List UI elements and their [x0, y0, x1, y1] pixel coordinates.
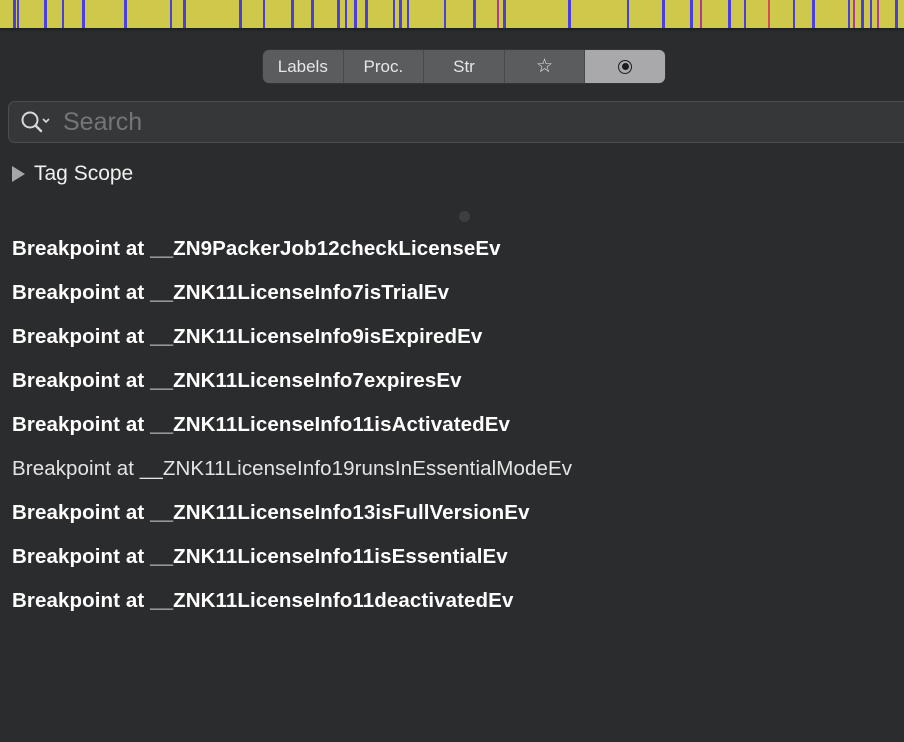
navigation-bar-marker — [354, 0, 357, 28]
tag-scope-disclosure[interactable]: Tag Scope — [12, 160, 133, 188]
navigation-bar-marker — [728, 0, 731, 28]
navigation-bar-marker — [627, 0, 629, 28]
navigation-bar-marker — [744, 0, 746, 28]
breakpoint-item[interactable]: Breakpoint at __ZNK11LicenseInfo9isExpir… — [12, 321, 572, 365]
breakpoint-item[interactable]: Breakpoint at __ZNK11LicenseInfo11deacti… — [12, 585, 572, 629]
breakpoint-item[interactable]: Breakpoint at __ZNK11LicenseInfo11isActi… — [12, 409, 572, 453]
navigation-bar-marker — [895, 0, 898, 28]
navigation-bar-marker — [17, 0, 19, 28]
navigation-bar-marker — [291, 0, 294, 28]
navigation-bar-marker — [768, 0, 770, 28]
navigation-bar[interactable] — [0, 0, 904, 28]
navigation-bar-marker — [337, 0, 340, 28]
search-input[interactable] — [63, 107, 904, 137]
tab-procedures[interactable]: Proc. — [344, 50, 425, 83]
navigation-bar-marker — [662, 0, 665, 28]
navigation-bar-shadow — [0, 28, 904, 32]
radio-button-icon — [618, 59, 633, 74]
tag-scope-label: Tag Scope — [34, 162, 134, 185]
navigation-bar-marker — [263, 0, 265, 28]
disclosure-triangle-icon[interactable] — [12, 166, 25, 182]
navigation-bar-markers — [13, 0, 898, 28]
tab-labels[interactable]: Labels — [263, 50, 344, 83]
breakpoint-item[interactable]: Breakpoint at __ZNK11LicenseInfo13isFull… — [12, 497, 572, 541]
navigation-bar-marker — [407, 0, 409, 28]
search-field — [8, 101, 904, 143]
breakpoint-list: Breakpoint at __ZN9PackerJob12checkLicen… — [12, 233, 572, 629]
breakpoint-item[interactable]: Breakpoint at __ZN9PackerJob12checkLicen… — [12, 233, 572, 277]
navigation-bar-marker — [44, 0, 47, 28]
splitter-handle[interactable] — [459, 211, 470, 222]
navigation-bar-marker — [82, 0, 85, 28]
navigation-bar-marker — [311, 0, 314, 28]
navigation-bar-marker — [503, 0, 506, 28]
breakpoint-item[interactable]: Breakpoint at __ZNK11LicenseInfo11isEsse… — [12, 541, 572, 585]
navigation-bar-marker — [399, 0, 402, 28]
navigation-bar-marker — [183, 0, 186, 28]
navigation-bar-marker — [690, 0, 693, 28]
navigation-bar-marker — [861, 0, 864, 28]
breakpoint-item[interactable]: Breakpoint at __ZNK11LicenseInfo7expires… — [12, 365, 572, 409]
navigation-bar-marker — [473, 0, 476, 28]
navigation-bar-marker — [870, 0, 872, 28]
navigation-bar-marker — [444, 0, 446, 28]
navigation-bar-marker — [13, 0, 16, 28]
navigation-bar-marker — [812, 0, 815, 28]
navigation-bar-marker — [365, 0, 368, 28]
breakpoint-item-disabled[interactable]: Breakpoint at __ZNK11LicenseInfo19runsIn… — [12, 453, 572, 497]
tab-bookmarks[interactable]: ☆ — [505, 50, 586, 83]
navigation-bar-marker — [393, 0, 395, 28]
navigation-bar-marker — [853, 0, 855, 28]
star-icon: ☆ — [536, 56, 554, 77]
breakpoint-item[interactable]: Breakpoint at __ZNK11LicenseInfo7isTrial… — [12, 277, 572, 321]
navigation-bar-marker — [793, 0, 795, 28]
navigation-bar-marker — [62, 0, 64, 28]
navigation-bar-marker — [848, 0, 850, 28]
tab-strings[interactable]: Str — [424, 50, 505, 83]
navigation-bar-marker — [170, 0, 172, 28]
tab-breakpoints[interactable] — [585, 50, 665, 83]
navigation-bar-marker — [568, 0, 571, 28]
sidebar-segmented-control: Labels Proc. Str ☆ — [263, 50, 665, 83]
navigation-bar-marker — [345, 0, 347, 28]
navigation-bar-marker — [700, 0, 702, 28]
navigation-bar-marker — [497, 0, 499, 28]
search-icon[interactable] — [19, 109, 55, 135]
navigation-bar-marker — [877, 0, 879, 28]
navigation-bar-marker — [124, 0, 127, 28]
navigation-bar-marker — [239, 0, 242, 28]
